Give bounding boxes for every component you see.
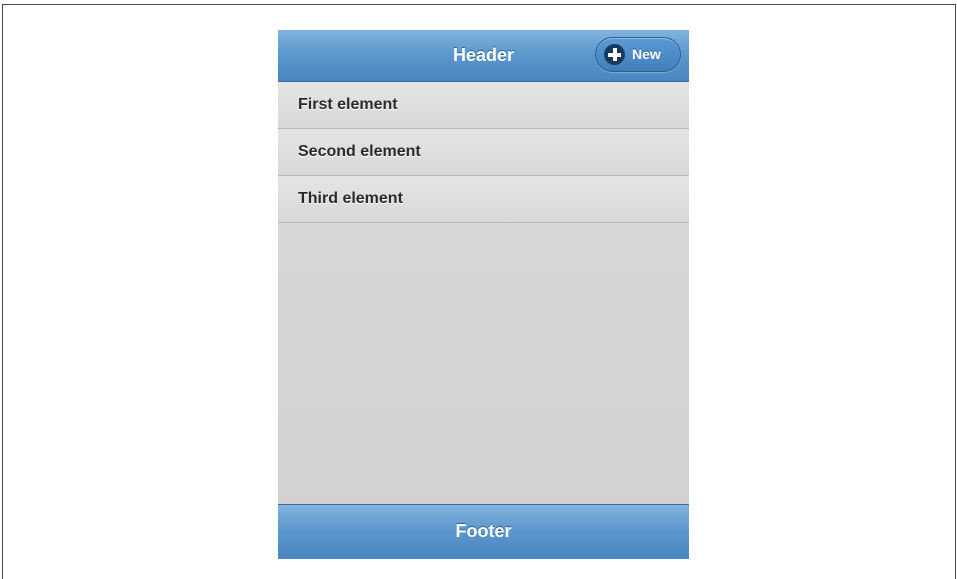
list-item-second[interactable]: Second element: [278, 129, 689, 176]
element-list: First element Second element Third eleme…: [278, 82, 689, 223]
mobile-app-screen: Header New First element Second element …: [278, 30, 689, 559]
footer-title: Footer: [455, 521, 512, 541]
list-item-label: Third element: [298, 190, 403, 207]
list-item-label: Second element: [298, 143, 421, 160]
new-button-label: New: [632, 46, 661, 62]
footer-bar: Footer: [278, 504, 689, 559]
list-item-third[interactable]: Third element: [278, 176, 689, 223]
list-item-first[interactable]: First element: [278, 82, 689, 129]
list-item-label: First element: [298, 96, 398, 113]
new-button[interactable]: New: [595, 37, 681, 72]
plus-icon: [604, 44, 625, 65]
header-bar: Header New: [278, 30, 689, 82]
